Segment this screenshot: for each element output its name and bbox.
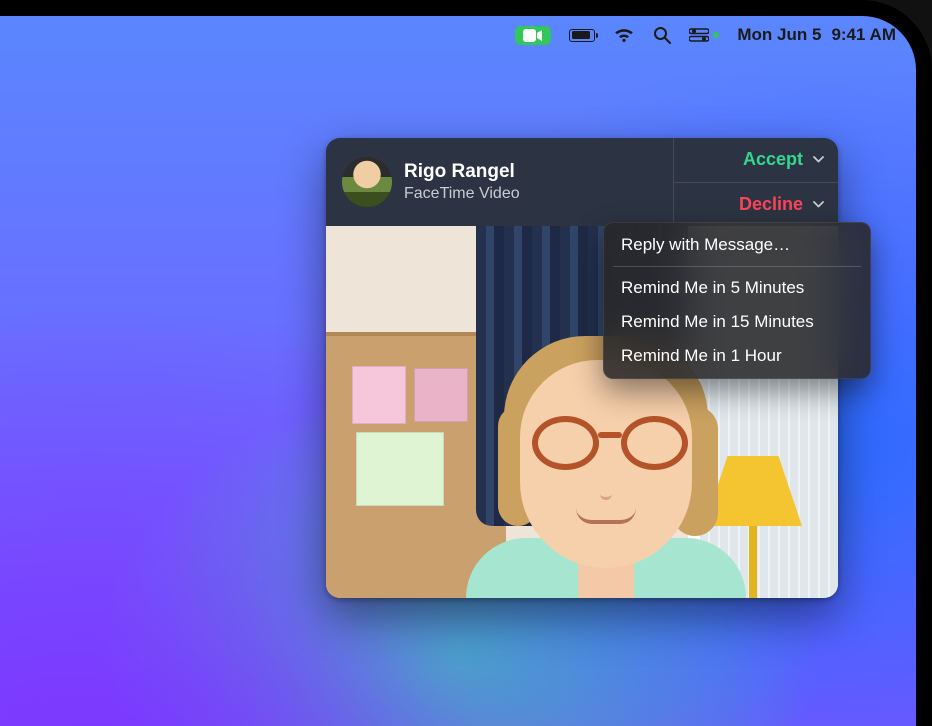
menu-bar: Mon Jun 5 9:41 AM (0, 16, 916, 54)
facetime-status-icon[interactable] (515, 26, 551, 45)
call-type-label: FaceTime Video (404, 184, 520, 204)
menu-bar-clock[interactable]: Mon Jun 5 9:41 AM (737, 25, 896, 45)
spotlight-search-icon[interactable] (653, 26, 671, 44)
decline-button-label: Decline (739, 194, 803, 215)
control-center-icon[interactable] (689, 28, 719, 42)
battery-icon[interactable] (569, 29, 595, 42)
menu-bar-date: Mon Jun 5 (737, 25, 821, 45)
accept-button-label: Accept (743, 149, 803, 170)
accept-button[interactable]: Accept (674, 138, 838, 182)
menu-item-remind-5[interactable]: Remind Me in 5 Minutes (603, 271, 871, 305)
menu-item-remind-15[interactable]: Remind Me in 15 Minutes (603, 305, 871, 339)
decline-options-chevron-icon[interactable] (813, 201, 824, 208)
device-frame: Mon Jun 5 9:41 AM Rigo Rangel FaceTime V… (0, 0, 932, 726)
decline-button[interactable]: Decline (674, 182, 838, 227)
camera-in-use-indicator (713, 32, 719, 38)
notification-header: Rigo Rangel FaceTime Video Accept Declin… (326, 138, 838, 226)
wifi-icon[interactable] (613, 27, 635, 43)
caller-name: Rigo Rangel (404, 160, 520, 184)
decline-options-menu: Reply with Message… Remind Me in 5 Minut… (603, 222, 871, 379)
menu-separator (613, 266, 861, 267)
menu-item-reply-message[interactable]: Reply with Message… (603, 228, 871, 262)
call-action-buttons: Accept Decline (673, 138, 838, 226)
caller-info: Rigo Rangel FaceTime Video (326, 138, 673, 226)
caller-avatar (342, 157, 392, 207)
menu-item-remind-60[interactable]: Remind Me in 1 Hour (603, 339, 871, 373)
accept-options-chevron-icon[interactable] (813, 156, 824, 163)
desktop-screen: Mon Jun 5 9:41 AM Rigo Rangel FaceTime V… (0, 16, 916, 726)
menu-bar-time: 9:41 AM (831, 25, 896, 45)
